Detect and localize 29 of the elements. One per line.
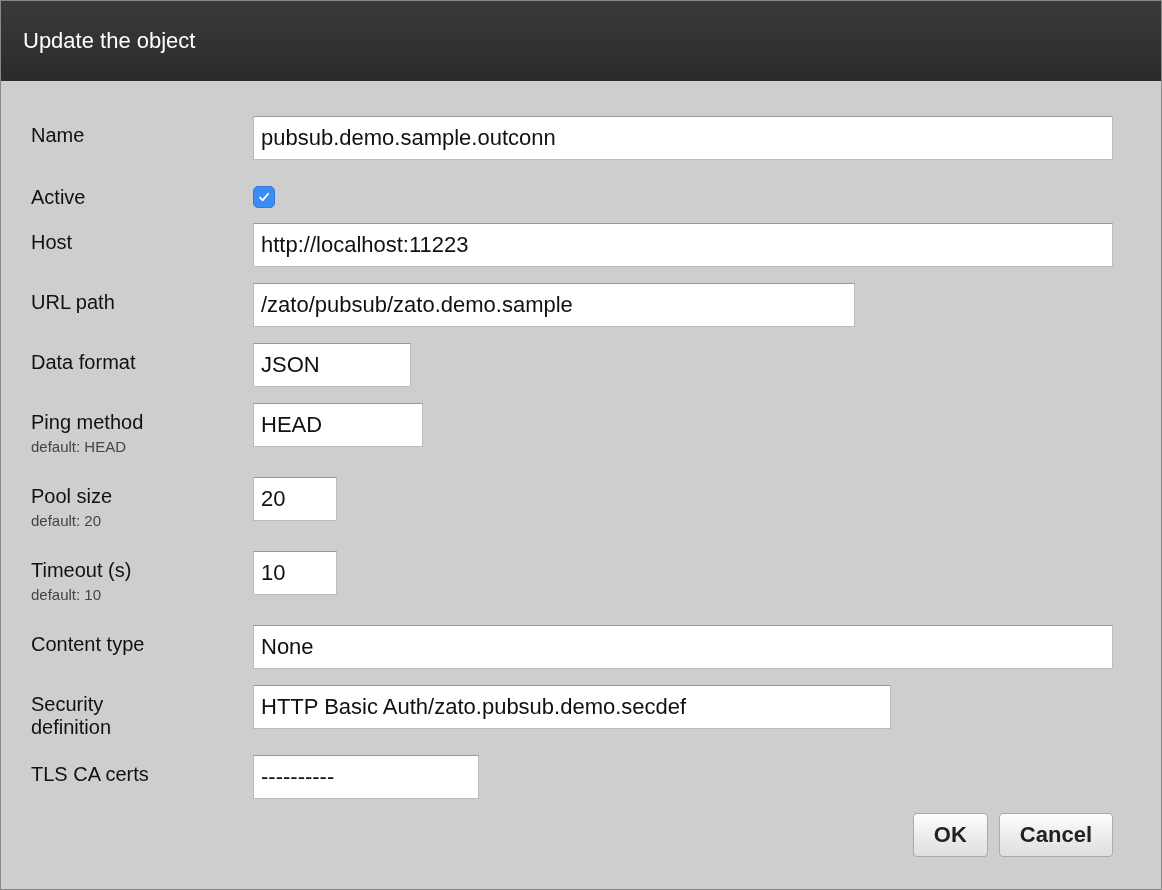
input-field[interactable]: None	[253, 625, 1113, 669]
field-label: URL path	[31, 291, 116, 314]
default-hint: default: HEAD	[31, 438, 128, 455]
input-field[interactable]: HEAD	[253, 403, 423, 447]
field-label: Security definition	[31, 693, 113, 739]
field-label: Timeout (s)	[31, 559, 133, 582]
field-label: Host	[31, 231, 74, 254]
input-field[interactable]: http://localhost:11223	[253, 223, 1113, 267]
input-field[interactable]: ----------	[253, 755, 479, 799]
checkmark-icon	[257, 190, 271, 204]
default-hint: default: 10	[31, 586, 103, 603]
field-label: TLS CA certs	[31, 763, 150, 786]
field-label: Name	[31, 124, 86, 147]
field-label: Data format	[31, 351, 137, 374]
input-field[interactable]: pubsub.demo.sample.outconn	[253, 116, 1113, 160]
field-label: Ping method	[31, 411, 145, 434]
input-field[interactable]: /zato/pubsub/zato.demo.sample	[253, 283, 855, 327]
cancel-button[interactable]: Cancel	[998, 813, 1113, 857]
input-field[interactable]: 20	[253, 477, 337, 521]
active-checkbox[interactable]	[253, 186, 275, 208]
field-label: Active	[31, 186, 87, 209]
input-field[interactable]: HTTP Basic Auth/zato.pubsub.demo.secdef	[253, 685, 891, 729]
input-field[interactable]: JSON	[253, 343, 411, 387]
input-field[interactable]: 10	[253, 551, 337, 595]
default-hint: default: 20	[31, 512, 103, 529]
field-label: Pool size	[31, 485, 114, 508]
ok-button[interactable]: OK	[912, 813, 988, 857]
field-label: Content type	[31, 633, 146, 656]
window-title: Update the object	[23, 28, 196, 54]
